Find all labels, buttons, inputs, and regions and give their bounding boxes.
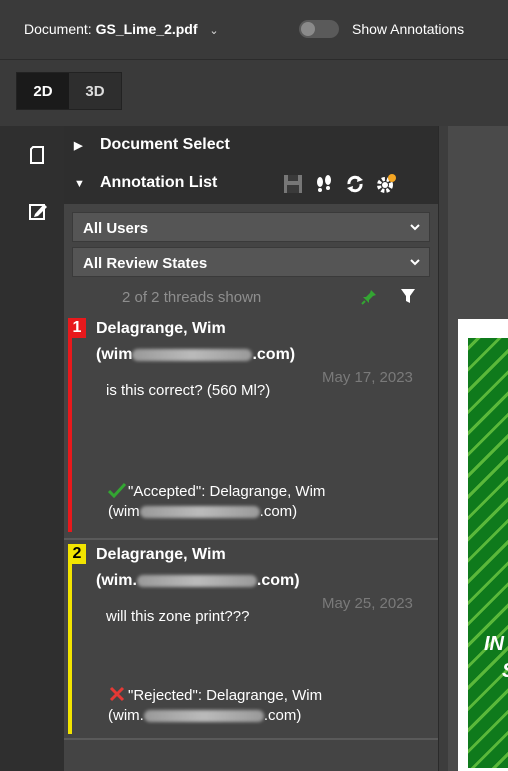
review-status: "Rejected": Delagrange, Wim xyxy=(108,686,322,706)
document-select-section[interactable]: ▶ Document Select xyxy=(74,136,230,154)
expand-triangle-icon: ▶ xyxy=(74,140,83,152)
thread-date: May 17, 2023 xyxy=(322,369,413,386)
artwork-text: S xyxy=(502,660,508,683)
thread-comment: will this zone print??? xyxy=(106,608,250,625)
redacted-text xyxy=(139,506,260,519)
redacted-text xyxy=(143,710,264,723)
chevron-down-icon xyxy=(410,259,420,266)
pin-icon[interactable] xyxy=(360,288,378,306)
annotation-edit-icon[interactable] xyxy=(27,200,49,222)
document-canvas[interactable]: IN S xyxy=(448,126,508,771)
thread-author: Delagrange, Wim xyxy=(96,320,226,337)
document-selector[interactable]: Document: GS_Lime_2.pdf ⌄ xyxy=(24,21,219,37)
document-artwork: IN S xyxy=(468,338,508,768)
thread-number-badge: 2 xyxy=(68,544,86,564)
cross-icon xyxy=(109,686,125,702)
document-label: Document: xyxy=(24,21,92,37)
annotation-panel: ▶ Document Select ▼ Annotation List All Us… xyxy=(64,126,438,771)
settings-gear-icon[interactable] xyxy=(375,173,397,195)
document-name: GS_Lime_2.pdf xyxy=(95,21,198,37)
left-rail xyxy=(0,126,64,771)
thread-color-bar xyxy=(68,318,72,532)
chevron-down-icon: ⌄ xyxy=(209,25,219,37)
redacted-text xyxy=(136,574,257,587)
thread-author-email: (wim .com) xyxy=(96,346,296,363)
toggle-knob xyxy=(301,22,315,36)
threads-count: 2 of 2 threads shown xyxy=(122,289,262,306)
panel-header: ▶ Document Select ▼ Annotation List xyxy=(64,126,438,204)
thread-divider xyxy=(64,738,438,740)
top-bar: Document: GS_Lime_2.pdf ⌄ Show Annotatio… xyxy=(0,0,508,60)
annotation-thread[interactable]: 1 Delagrange, Wim (wim .com) May 17, 2023… xyxy=(64,318,438,532)
user-filter-select[interactable]: All Users xyxy=(72,212,430,242)
review-status-email: (wim .com) xyxy=(108,503,298,520)
thread-number-badge: 1 xyxy=(68,318,86,338)
thread-comment: is this correct? (560 Ml?) xyxy=(106,382,271,399)
thread-color-bar xyxy=(68,544,72,734)
annotations-toggle[interactable] xyxy=(299,20,339,38)
save-icon[interactable] xyxy=(282,173,304,195)
document-icon[interactable] xyxy=(27,144,49,166)
review-state-filter-select[interactable]: All Review States xyxy=(72,247,430,277)
panel-scrollbar[interactable] xyxy=(438,126,448,771)
refresh-icon[interactable] xyxy=(344,173,366,195)
review-status-email: (wim. .com) xyxy=(108,707,302,724)
redacted-text xyxy=(132,348,253,361)
review-status: "Accepted": Delagrange, Wim xyxy=(108,482,325,502)
annotation-toolbar xyxy=(282,173,397,195)
thread-author: Delagrange, Wim xyxy=(96,546,226,563)
thread-divider xyxy=(64,538,438,540)
view-3d-button[interactable]: 3D xyxy=(69,73,121,109)
footsteps-icon[interactable] xyxy=(313,173,335,195)
filter-icon[interactable] xyxy=(400,288,416,304)
chevron-down-icon xyxy=(410,224,420,231)
thread-author-email: (wim. .com) xyxy=(96,572,300,589)
artwork-text: IN xyxy=(484,633,504,655)
view-2d-button[interactable]: 2D xyxy=(17,73,69,109)
annotation-thread[interactable]: 2 Delagrange, Wim (wim. .com) May 25, 202… xyxy=(64,544,438,734)
collapse-triangle-icon: ▼ xyxy=(74,178,85,190)
annotation-list-section[interactable]: ▼ Annotation List xyxy=(74,174,217,192)
check-icon xyxy=(108,482,126,498)
annotations-toggle-label: Show Annotations xyxy=(352,21,465,37)
thread-date: May 25, 2023 xyxy=(322,595,413,612)
view-mode-switch: 2D 3D xyxy=(16,72,122,110)
